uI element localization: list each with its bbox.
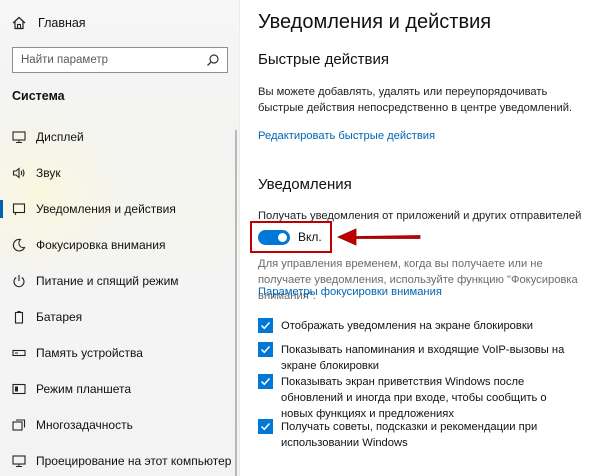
checkbox-label: Показывать экран приветствия Windows пос…	[281, 376, 547, 420]
sidebar-scrollbar[interactable]	[235, 130, 237, 476]
sidebar-item-label: Фокусировка внимания	[36, 238, 166, 252]
tips-checkbox[interactable]	[258, 419, 273, 434]
sidebar-item-label: Проецирование на этот компьютер	[36, 454, 232, 468]
sidebar-item-label: Память устройства	[36, 346, 143, 360]
welcome-experience-checkbox[interactable]	[258, 374, 273, 389]
sidebar-item-battery[interactable]: Батарея	[0, 299, 239, 335]
sidebar-item-notifications[interactable]: Уведомления и действия	[0, 191, 239, 227]
sidebar-item-label: Многозадачность	[36, 418, 133, 432]
sidebar-item-power[interactable]: Питание и спящий режим	[0, 263, 239, 299]
sidebar-item-multitasking[interactable]: Многозадачность	[0, 407, 239, 443]
lockscreen-notifications-checkbox[interactable]	[258, 318, 273, 333]
search-placeholder: Найти параметр	[21, 54, 109, 66]
checkmark-icon	[260, 422, 271, 431]
toggle-label: Вкл.	[298, 230, 322, 244]
quick-actions-heading: Быстрые действия	[258, 51, 389, 68]
home-nav-item[interactable]: Главная	[12, 13, 86, 33]
checkbox-label: Получать советы, подсказки и рекомендаци…	[281, 421, 538, 449]
power-icon	[12, 274, 26, 288]
display-icon	[12, 130, 26, 144]
checkmark-icon	[260, 321, 271, 330]
sidebar-item-projecting[interactable]: Проецирование на этот компьютер	[0, 443, 239, 476]
sidebar-nav: Дисплей Звук Уведомления и действия Фоку…	[0, 119, 239, 476]
home-label: Главная	[38, 16, 86, 30]
toggle-knob	[278, 233, 287, 242]
sidebar-item-label: Режим планшета	[36, 382, 132, 396]
notifications-toggle[interactable]	[258, 230, 290, 245]
sidebar-item-focus-assist[interactable]: Фокусировка внимания	[0, 227, 239, 263]
sidebar-item-label: Дисплей	[36, 130, 84, 144]
sidebar-item-display[interactable]: Дисплей	[0, 119, 239, 155]
focus-assist-icon	[12, 238, 26, 252]
checkbox-label: Показывать напоминания и входящие VoIP-в…	[281, 344, 565, 372]
tablet-mode-icon	[12, 382, 26, 396]
search-input[interactable]: Найти параметр	[12, 47, 228, 73]
storage-icon	[12, 346, 26, 360]
edit-quick-actions-link[interactable]: Редактировать быстрые действия	[258, 130, 435, 142]
voip-reminders-checkbox[interactable]	[258, 342, 273, 357]
sidebar-item-label: Питание и спящий режим	[36, 274, 179, 288]
checkbox-label: Отображать уведомления на экране блокиро…	[281, 320, 533, 332]
notifications-heading: Уведомления	[258, 176, 352, 193]
sidebar: Главная Найти параметр Система Дисплей З…	[0, 0, 240, 476]
sidebar-item-tablet-mode[interactable]: Режим планшета	[0, 371, 239, 407]
sidebar-item-sound[interactable]: Звук	[0, 155, 239, 191]
notifications-icon	[12, 202, 26, 216]
quick-actions-description: Вы можете добавлять, удалять или переупо…	[258, 86, 573, 114]
search-icon[interactable]	[206, 53, 220, 67]
focus-assist-settings-link[interactable]: Параметры фокусировки внимания	[258, 286, 442, 298]
page-title: Уведомления и действия	[258, 11, 492, 33]
red-arrow-icon	[337, 228, 421, 246]
battery-icon	[12, 310, 26, 324]
home-icon	[12, 16, 26, 30]
sidebar-item-label: Батарея	[36, 310, 83, 324]
checkmark-icon	[260, 377, 271, 386]
multitasking-icon	[12, 418, 26, 432]
projecting-icon	[12, 454, 26, 468]
sidebar-item-label: Уведомления и действия	[36, 202, 176, 216]
sidebar-item-label: Звук	[36, 166, 61, 180]
checkmark-icon	[260, 345, 271, 354]
sidebar-item-storage[interactable]: Память устройства	[0, 335, 239, 371]
section-title: Система	[12, 89, 65, 103]
sound-icon	[12, 166, 26, 180]
